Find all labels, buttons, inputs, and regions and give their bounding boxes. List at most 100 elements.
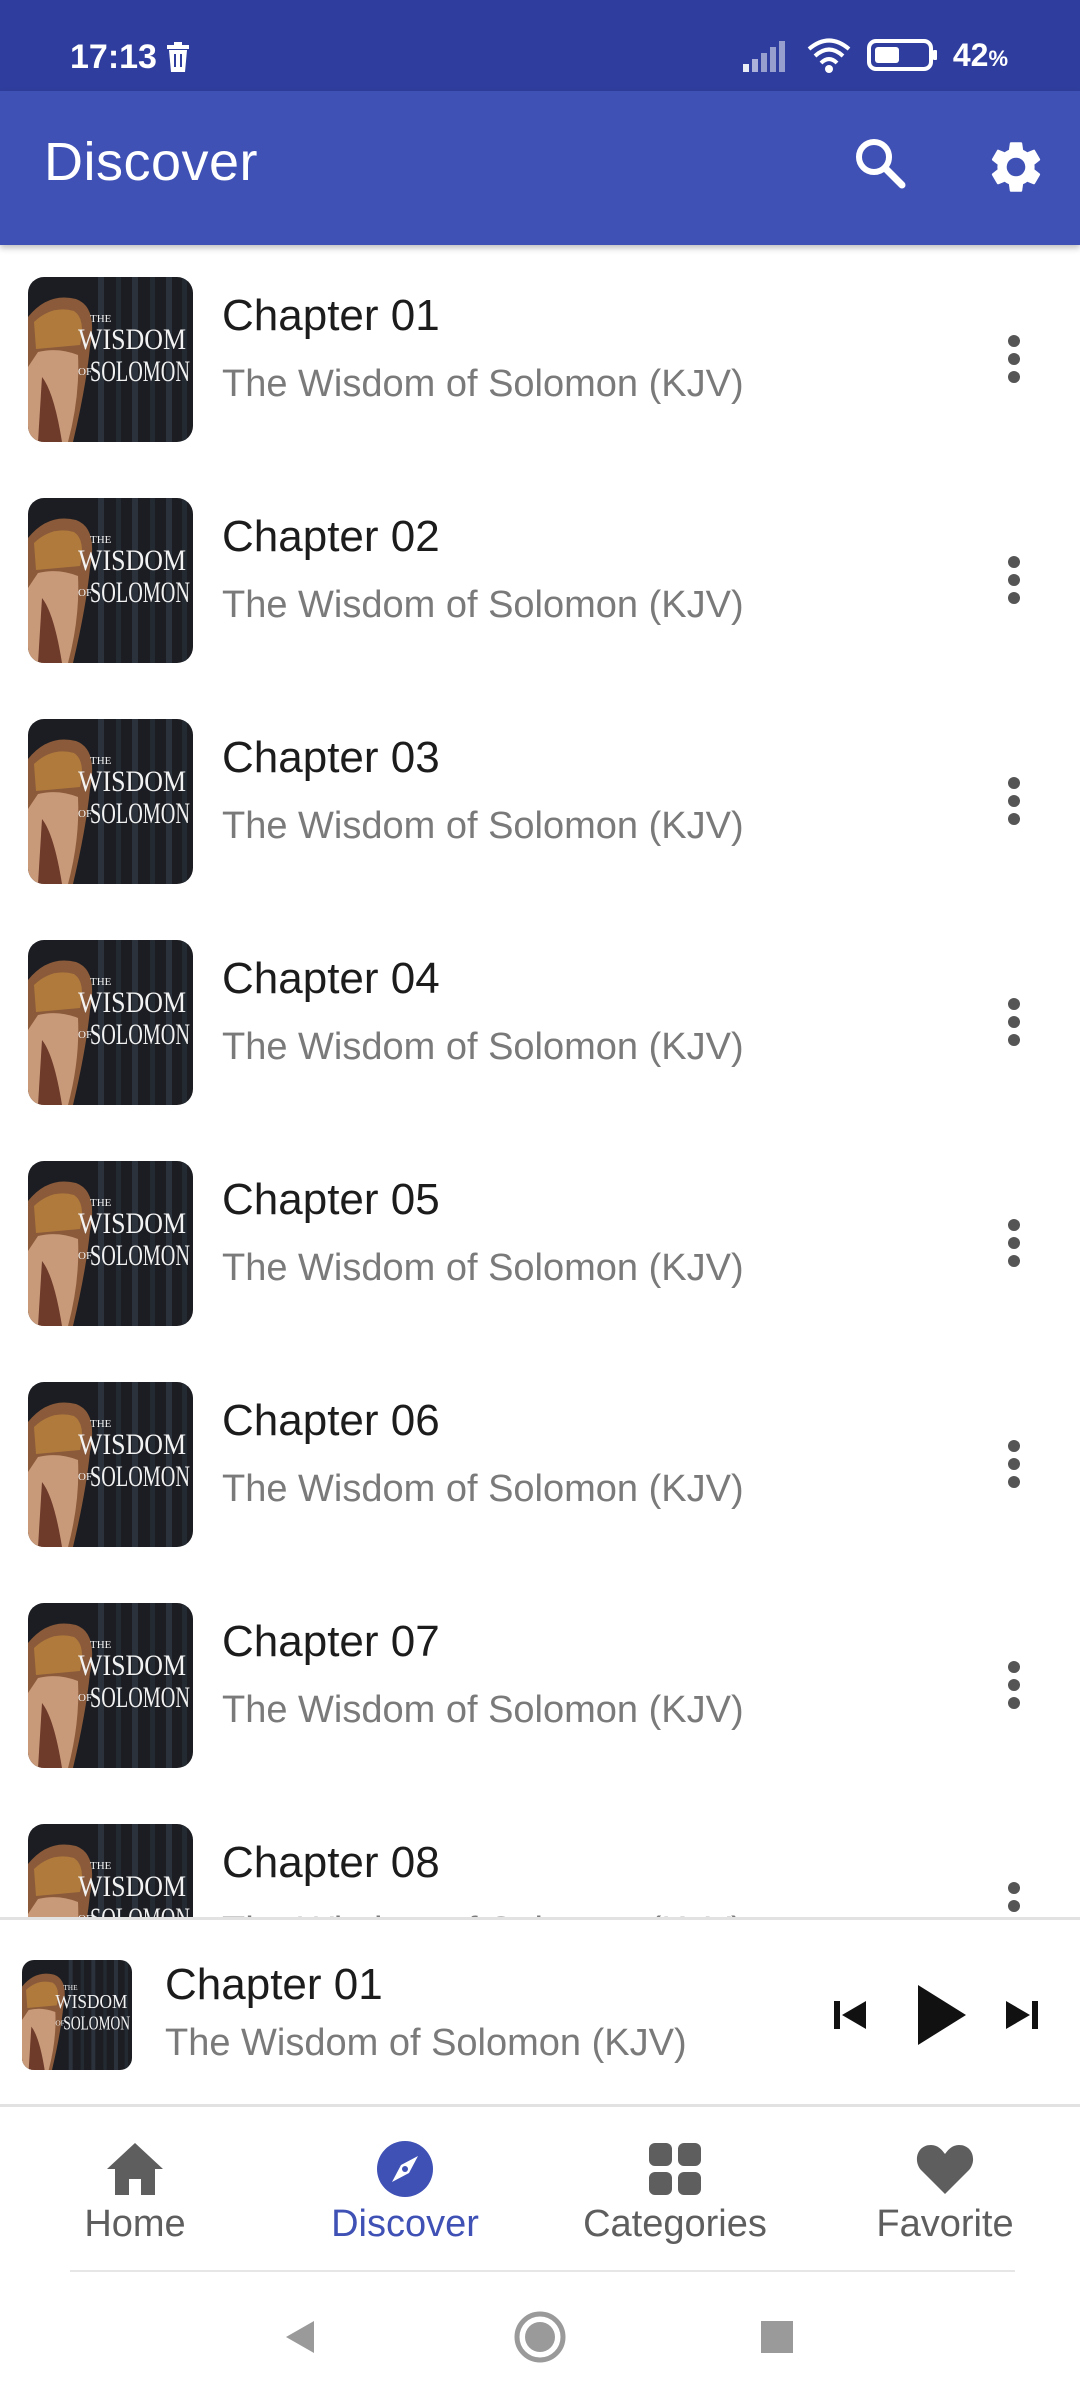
status-indicators: 42% [741,36,1008,74]
play-icon [918,1985,966,2045]
nav-categories-label: Categories [583,2203,767,2245]
list-item[interactable]: THE WISDOM OF SOLOMON Chapter 04 The Wisd… [0,932,1080,1153]
skip-next-icon [1006,2001,1038,2029]
home-circle-icon [514,2311,566,2363]
chapter-title: Chapter 08 [222,1838,440,1887]
list-item[interactable]: THE WISDOM OF SOLOMON Chapter 02 The Wisd… [0,490,1080,711]
svg-text:SOLOMON: SOLOMON [90,1902,190,1917]
previous-button[interactable] [820,1980,880,2050]
svg-text:WISDOM: WISDOM [78,986,186,1019]
book-cover-art: THE WISDOM OF SOLOMON [28,940,193,1105]
book-cover-art: THE WISDOM OF SOLOMON [22,1960,132,2070]
chapter-title: Chapter 06 [222,1396,440,1445]
chapter-cover-image: THE WISDOM OF SOLOMON [28,1824,193,1917]
chapter-list[interactable]: THE WISDOM OF SOLOMON Chapter 01 The Wisd… [0,245,1080,1917]
more-options-button[interactable] [990,1203,1038,1283]
chapter-title: Chapter 05 [222,1175,440,1224]
svg-text:WISDOM: WISDOM [78,1207,186,1240]
book-cover-art: THE WISDOM OF SOLOMON [28,1382,193,1547]
nav-home-label: Home [84,2203,186,2245]
chapter-title: Chapter 04 [222,954,440,1003]
svg-text:SOLOMON: SOLOMON [90,1018,190,1051]
chapter-cover-image: THE WISDOM OF SOLOMON [28,277,193,442]
chapter-cover-image: THE WISDOM OF SOLOMON [28,940,193,1105]
nav-favorite[interactable]: Favorite [810,2107,1080,2272]
back-triangle-icon [286,2321,314,2353]
system-navigation [0,2272,1080,2400]
list-item[interactable]: THE WISDOM OF SOLOMON Chapter 05 The Wisd… [0,1153,1080,1374]
search-icon [856,139,906,189]
more-vert-icon [1008,1661,1020,1709]
nav-categories[interactable]: Categories [540,2107,810,2272]
book-cover-art: THE WISDOM OF SOLOMON [28,277,193,442]
chapter-cover-image: THE WISDOM OF SOLOMON [28,1382,193,1547]
more-options-button[interactable] [990,982,1038,1062]
svg-text:SOLOMON: SOLOMON [63,2012,130,2034]
search-button[interactable] [848,131,912,195]
chapter-subtitle: The Wisdom of Solomon (KJV) [222,1247,744,1289]
system-recents-button[interactable] [742,2302,812,2372]
svg-text:SOLOMON: SOLOMON [90,1460,190,1493]
svg-text:SOLOMON: SOLOMON [90,1681,190,1714]
system-back-button[interactable] [265,2302,335,2372]
page-title: Discover [44,132,259,192]
svg-text:WISDOM: WISDOM [78,544,186,577]
home-icon [103,2137,167,2201]
skip-previous-icon [834,2001,866,2029]
book-cover-art: THE WISDOM OF SOLOMON [28,498,193,663]
list-item[interactable]: THE WISDOM OF SOLOMON Chapter 01 The Wisd… [0,269,1080,490]
player-cover-image: THE WISDOM OF SOLOMON [22,1960,132,2070]
list-item[interactable]: THE WISDOM OF SOLOMON Chapter 08 The Wisd… [0,1816,1080,1917]
book-cover-art: THE WISDOM OF SOLOMON [28,1603,193,1768]
bottom-navigation: Home Discover Categories Favorite [0,2107,1080,2272]
gear-icon [991,142,1041,192]
system-home-button[interactable] [505,2302,575,2372]
more-options-button[interactable] [990,1866,1038,1917]
nav-discover[interactable]: Discover [270,2107,540,2272]
chapter-title: Chapter 02 [222,512,440,561]
svg-text:WISDOM: WISDOM [78,1428,186,1461]
svg-text:SOLOMON: SOLOMON [90,797,190,830]
recents-square-icon [761,2321,793,2353]
chapter-subtitle: The Wisdom of Solomon (KJV) [222,363,744,405]
trash-notification-icon [167,42,189,72]
list-item[interactable]: THE WISDOM OF SOLOMON Chapter 06 The Wisd… [0,1374,1080,1595]
chapter-cover-image: THE WISDOM OF SOLOMON [28,1603,193,1768]
heart-icon [913,2137,977,2201]
mini-player[interactable]: THE WISDOM OF SOLOMON Chapter 01 The Wis… [0,1917,1080,2107]
book-cover-art: THE WISDOM OF SOLOMON [28,1824,193,1917]
more-options-button[interactable] [990,540,1038,620]
wifi-icon [807,38,851,73]
svg-text:SOLOMON: SOLOMON [90,576,190,609]
more-vert-icon [1008,1440,1020,1488]
svg-text:SOLOMON: SOLOMON [90,1239,190,1272]
nav-discover-label: Discover [331,2203,479,2245]
chapter-subtitle: The Wisdom of Solomon (KJV) [222,1910,744,1917]
signal-icon [742,41,785,72]
more-vert-icon [1008,1882,1020,1912]
play-button[interactable] [900,1970,980,2060]
chapter-cover-image: THE WISDOM OF SOLOMON [28,719,193,884]
status-time: 17:13 [70,38,157,76]
svg-text:WISDOM: WISDOM [55,1991,127,2013]
svg-text:WISDOM: WISDOM [78,323,186,356]
settings-button[interactable] [980,131,1052,203]
list-item[interactable]: THE WISDOM OF SOLOMON Chapter 07 The Wisd… [0,1595,1080,1816]
more-options-button[interactable] [990,761,1038,841]
more-options-button[interactable] [990,1424,1038,1504]
more-options-button[interactable] [990,319,1038,399]
book-cover-art: THE WISDOM OF SOLOMON [28,719,193,884]
more-vert-icon [1008,556,1020,604]
next-button[interactable] [992,1980,1052,2050]
more-options-button[interactable] [990,1645,1038,1725]
svg-text:SOLOMON: SOLOMON [90,355,190,388]
nav-favorite-label: Favorite [876,2203,1014,2245]
compass-icon [373,2137,437,2201]
book-cover-art: THE WISDOM OF SOLOMON [28,1161,193,1326]
categories-grid-icon [643,2137,707,2201]
list-item[interactable]: THE WISDOM OF SOLOMON Chapter 03 The Wisd… [0,711,1080,932]
chapter-subtitle: The Wisdom of Solomon (KJV) [222,584,744,626]
nav-home[interactable]: Home [0,2107,270,2272]
svg-text:WISDOM: WISDOM [78,1870,186,1903]
svg-text:WISDOM: WISDOM [78,1649,186,1682]
